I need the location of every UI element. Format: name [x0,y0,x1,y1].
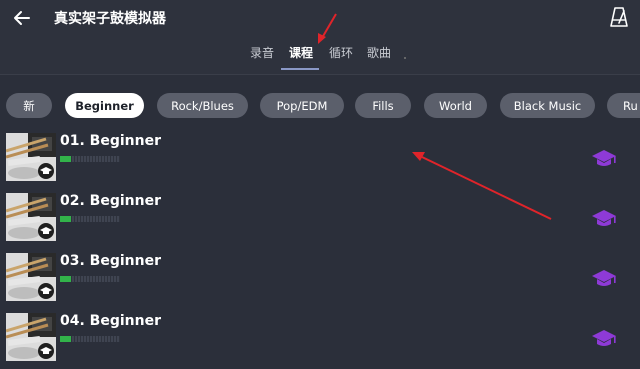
chip-rock-blues[interactable]: Rock/Blues [157,93,248,118]
lesson-item[interactable]: 01. Beginner [0,133,640,189]
lesson-item[interactable]: 03. Beginner [0,253,640,309]
decorative-dot [404,57,406,59]
tab-lessons[interactable]: 课程 [289,44,313,61]
lesson-progress-fill [60,156,71,162]
lesson-title: 03. Beginner [60,253,161,269]
tab-recording[interactable]: 录音 [250,44,274,61]
lesson-progress-bar [60,336,120,342]
chip-partial[interactable]: Ru [607,93,640,118]
lesson-thumbnail [6,193,56,241]
lesson-thumbnail [6,133,56,181]
lesson-item[interactable]: 02. Beginner [0,193,640,249]
chip-new[interactable]: 新 [6,93,52,118]
chip-world[interactable]: World [424,93,487,118]
lesson-title: 02. Beginner [60,193,161,209]
graduation-cap-icon [592,210,616,226]
chip-pop-edm[interactable]: Pop/EDM [260,93,344,118]
tab-songs[interactable]: 歌曲 [367,44,391,61]
chip-black-music[interactable]: Black Music [500,93,595,118]
graduation-cap-icon [592,150,616,166]
lesson-progress-fill [60,336,71,342]
lesson-progress-bar [60,156,120,162]
lesson-title: 01. Beginner [60,133,161,149]
back-arrow-icon[interactable] [10,6,34,30]
header-divider [0,74,640,75]
lesson-title: 04. Beginner [60,313,161,329]
lesson-progress-bar [60,276,120,282]
chip-beginner[interactable]: Beginner [65,93,144,118]
lesson-thumbnail [6,253,56,301]
graduation-cap-icon [592,330,616,346]
category-filter-bar: 新 Beginner Rock/Blues Pop/EDM Fills Worl… [0,93,640,119]
active-tab-indicator [281,68,319,70]
tab-loops[interactable]: 循环 [329,44,353,61]
app-title: 真实架子鼓模拟器 [54,11,166,27]
top-bar: 真实架子鼓模拟器 录音 课程 循环 歌曲 [0,0,640,74]
lesson-progress-fill [60,276,71,282]
lesson-item[interactable]: 04. Beginner [0,313,640,369]
graduation-cap-icon [592,270,616,286]
lesson-thumbnail [6,313,56,361]
tab-bar: 录音 课程 循环 歌曲 [0,44,640,70]
lesson-progress-fill [60,216,71,222]
lesson-progress-bar [60,216,120,222]
metronome-icon[interactable] [609,6,629,28]
chip-fills[interactable]: Fills [355,93,411,118]
